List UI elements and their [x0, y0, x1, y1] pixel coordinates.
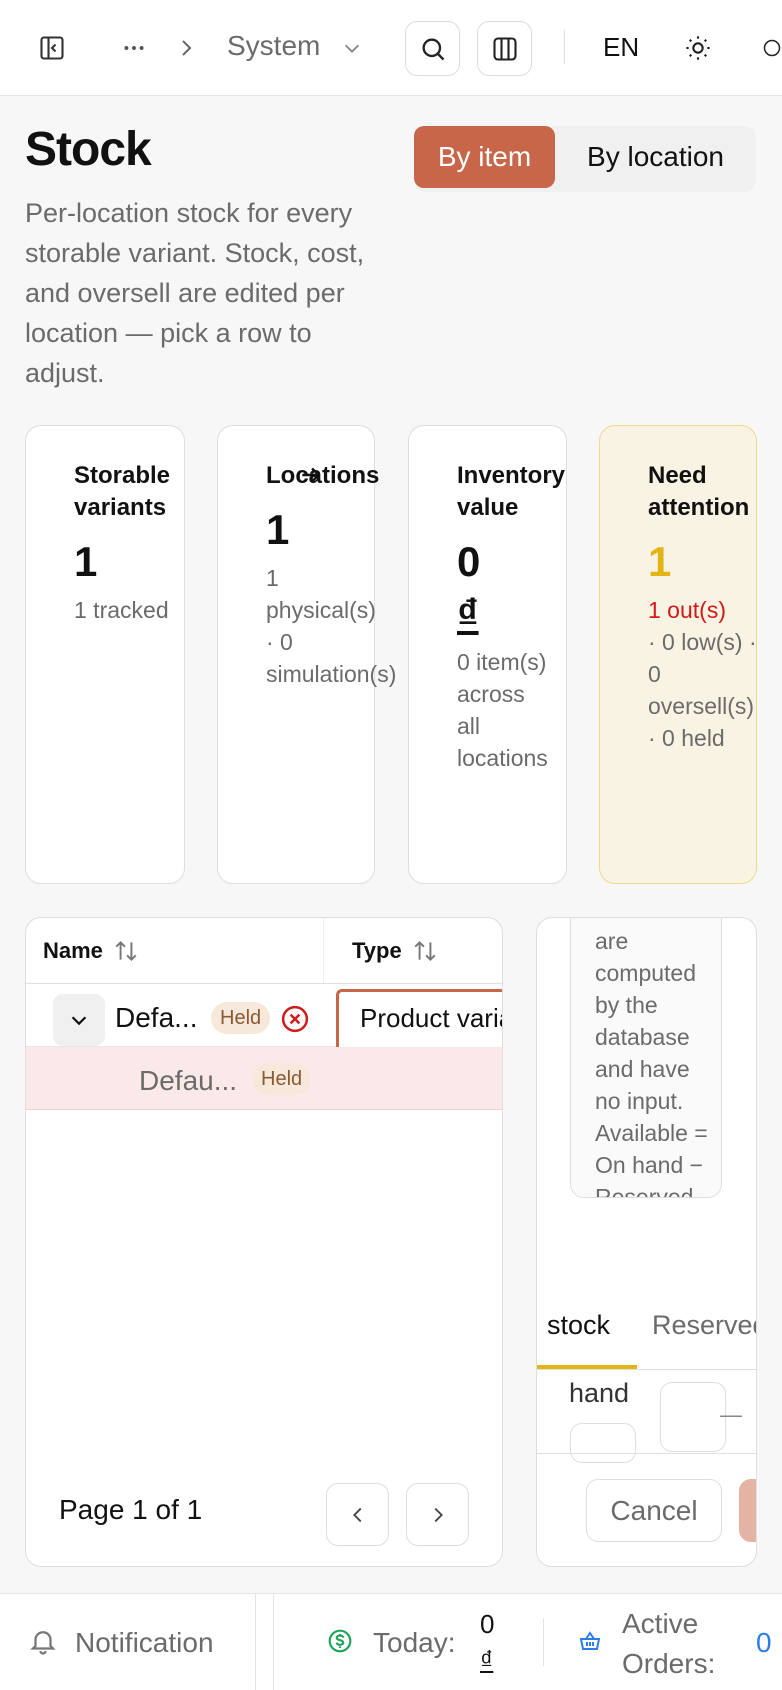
search-icon — [422, 38, 444, 60]
on-hand-label: hand — [569, 1378, 630, 1408]
stat-sub: 1 tracked — [74, 597, 169, 623]
stat-card-storable-variants[interactable]: Storable variants 1 1 tracked — [25, 425, 185, 884]
bell-icon[interactable] — [28, 1626, 58, 1661]
stat-sub: 0 item(s) across all locations — [457, 649, 548, 771]
stat-value: 0 ₫ — [457, 536, 566, 640]
page-title: Stock — [25, 123, 152, 176]
by-item-tab[interactable]: By item — [414, 126, 555, 188]
tab-reserved[interactable]: Reserved — [652, 1310, 756, 1341]
by-location-tab[interactable]: By location — [555, 126, 756, 188]
stat-card-need-attention[interactable]: Need attention 1 1 out(s) · 0 low(s) · 0… — [599, 425, 757, 884]
basket-icon — [578, 1629, 602, 1658]
column-header-name[interactable]: Name — [43, 918, 139, 984]
stat-card-locations[interactable]: Locations 1 1 physical(s) · 0 simulation… — [217, 425, 396, 884]
stat-value: 1 — [648, 538, 672, 585]
breadcrumb-current[interactable]: System — [227, 30, 320, 62]
help-note: are computed by the database and have no… — [570, 918, 722, 1198]
sidebar-toggle-icon[interactable] — [36, 32, 68, 64]
stat-value-number: 0 — [457, 538, 481, 585]
notification-label[interactable]: Notification — [75, 1627, 214, 1659]
breadcrumb-chevron-icon — [176, 34, 198, 62]
next-page-button[interactable] — [406, 1483, 469, 1546]
columns-icon — [492, 36, 517, 61]
stat-value: 1 — [74, 538, 98, 585]
columns-button[interactable] — [477, 21, 532, 76]
stat-value: 1 — [266, 506, 290, 553]
dollar-icon — [327, 1628, 353, 1659]
stat-sub-alert: 1 out(s) — [648, 597, 726, 623]
today-value: 0 ₫ — [480, 1606, 494, 1678]
top-bar: System EN — [0, 0, 782, 96]
stat-card-inventory-value[interactable]: Inventory value 0 ₫ 0 item(s) across all… — [408, 425, 567, 884]
currency-symbol: ₫ — [480, 1645, 494, 1675]
stock-detail-panel: are computed by the database and have no… — [536, 917, 757, 1567]
chevron-right-icon — [434, 1507, 443, 1522]
today-amount: 0 — [480, 1609, 495, 1639]
column-header-label: Type — [352, 938, 402, 963]
more-breadcrumbs-icon[interactable] — [118, 32, 150, 64]
on-hand-input[interactable] — [660, 1382, 726, 1452]
table-row[interactable]: Defau... Held — [26, 1047, 502, 1110]
active-orders-count[interactable]: 0 — [756, 1627, 772, 1659]
column-divider — [323, 918, 324, 984]
prev-page-button[interactable] — [326, 1483, 389, 1546]
currency-symbol: ₫ — [457, 590, 479, 637]
type-cell[interactable]: Product variant — [336, 989, 502, 1053]
user-avatar-icon[interactable] — [762, 32, 782, 64]
sort-icon — [115, 940, 137, 962]
chevron-left-icon — [352, 1507, 361, 1522]
column-header-type[interactable]: Type — [352, 918, 438, 984]
toolbar-divider — [564, 30, 565, 64]
expand-row-button[interactable] — [53, 994, 105, 1046]
search-button[interactable] — [405, 21, 460, 76]
page-subtitle: Per-location stock for every storable va… — [25, 198, 365, 388]
stat-sub: · 0 low(s) · 0 oversell(s) · 0 held — [648, 629, 757, 751]
held-badge: Held — [252, 1063, 312, 1095]
out-of-stock-icon — [280, 1004, 310, 1039]
status-divider — [255, 1594, 256, 1690]
tab-divider — [537, 1369, 756, 1370]
sun-icon[interactable] — [682, 32, 714, 64]
stat-label: Storable variants — [74, 462, 171, 521]
pagination-label: Page 1 of 1 — [59, 1494, 203, 1525]
bottom-status-bar: Notification Today: 0 ₫ Active Orders: 0 — [0, 1593, 782, 1690]
active-orders-label: Active Orders: — [622, 1608, 716, 1679]
footer-divider — [537, 1453, 756, 1454]
sort-icon — [414, 940, 436, 962]
row-name: Defau... — [139, 1065, 238, 1096]
today-label: Today: — [373, 1627, 456, 1658]
em-dash-placeholder: — — [720, 1402, 742, 1427]
status-divider — [543, 1618, 544, 1666]
cancel-button[interactable]: Cancel — [586, 1479, 722, 1542]
save-button[interactable] — [739, 1479, 756, 1542]
held-badge: Held — [211, 1002, 271, 1034]
view-toggle: By item By location — [414, 126, 756, 192]
stat-label: Need attention — [648, 462, 750, 521]
arrow-right-icon[interactable] — [298, 462, 324, 493]
status-divider — [273, 1594, 274, 1690]
column-header-label: Name — [43, 938, 103, 963]
stock-table: Name Type Defa... Held Product variant D… — [25, 917, 503, 1567]
chevron-down-icon — [71, 1016, 87, 1026]
language-switcher[interactable]: EN — [603, 32, 639, 63]
table-row[interactable]: Defa... Held Product variant — [26, 984, 502, 1053]
chevron-down-icon[interactable] — [340, 36, 364, 60]
stat-label: Inventory value — [457, 462, 566, 521]
row-name: Defa... — [115, 1002, 198, 1033]
quantity-input[interactable] — [570, 1423, 636, 1463]
stat-sub: 1 physical(s) · 0 simulation(s) — [266, 565, 397, 687]
tab-stock[interactable]: stock — [547, 1310, 610, 1341]
